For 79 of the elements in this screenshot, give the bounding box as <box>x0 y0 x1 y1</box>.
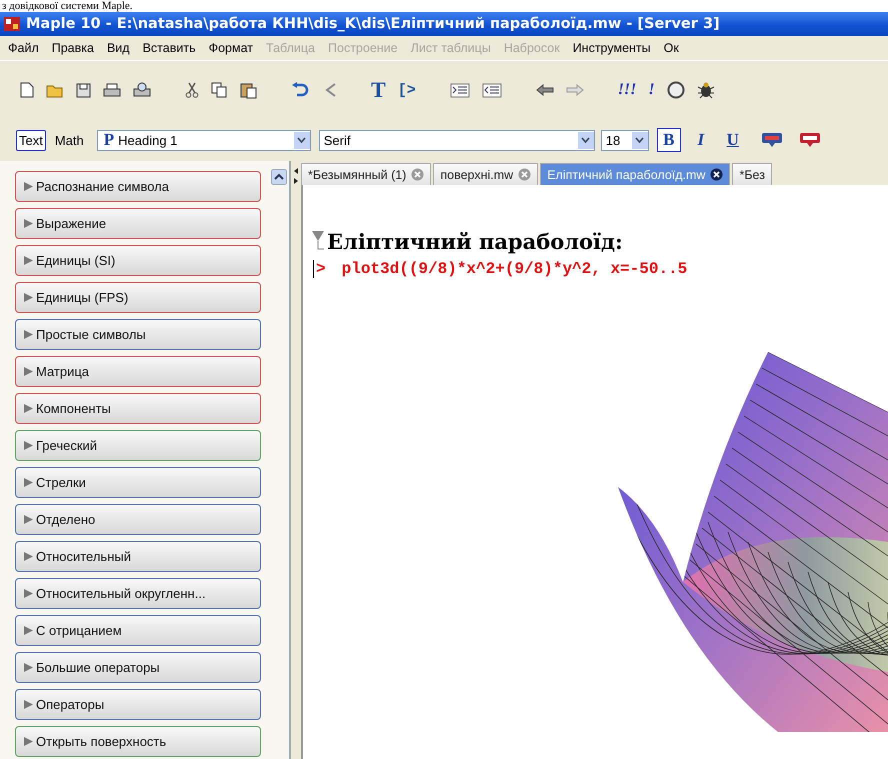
input-prompt: > <box>316 260 326 278</box>
font-size-dropdown[interactable]: 18 <box>600 130 649 150</box>
paste-icon[interactable] <box>240 82 257 98</box>
menu-item[interactable]: Правка <box>52 41 94 55</box>
palette-button[interactable]: Относительный <box>15 541 261 572</box>
palette-button[interactable]: Единицы (FPS) <box>15 282 261 313</box>
print-icon[interactable] <box>103 82 121 98</box>
copy-icon[interactable] <box>211 82 228 98</box>
palette-button[interactable]: Единицы (SI) <box>15 245 261 276</box>
window-title: Maple 10 - E:\natasha\работа КНН\dis_K\dis\Еліптичний параболоїд.mw - [Server 3] <box>26 16 720 32</box>
close-icon[interactable] <box>710 168 724 181</box>
palette-button[interactable]: Отделено <box>15 504 261 535</box>
folder-icon[interactable] <box>46 82 64 98</box>
section-collapse-icon[interactable] <box>311 229 325 251</box>
text-style-button[interactable]: U <box>720 128 745 152</box>
triangle-icon <box>24 330 33 339</box>
palette-button[interactable]: Большие операторы <box>15 652 261 683</box>
menu-item[interactable]: Вид <box>106 41 130 55</box>
caption-text: з довідкової системи Maple. <box>0 0 888 12</box>
text-style-button[interactable]: B <box>656 128 681 152</box>
triangle-icon <box>24 182 33 191</box>
palette-button[interactable]: Стрелки <box>15 467 261 498</box>
triangle-icon <box>24 404 33 413</box>
triangle-icon <box>24 293 33 302</box>
mode-toggle[interactable]: Math <box>52 130 87 150</box>
section-heading: Еліптичний параболоїд: <box>327 229 623 254</box>
execution-group-button[interactable]: [> <box>398 82 416 98</box>
back-arrow-icon[interactable] <box>536 84 554 96</box>
bug-icon[interactable] <box>696 81 715 99</box>
execute-button[interactable]: ! <box>648 82 655 98</box>
menu-item[interactable]: Ок <box>664 41 679 55</box>
outdent-icon[interactable] <box>482 82 502 98</box>
style-dropdown[interactable]: P Heading 1 <box>96 130 311 150</box>
triangle-icon <box>24 626 33 635</box>
text-style-button[interactable]: I <box>688 128 713 152</box>
command-input[interactable]: plot3d((9/8)*x^2+(9/8)*y^2, x=-50..5 <box>342 260 688 278</box>
triangle-icon <box>24 515 33 524</box>
indent-icon[interactable] <box>450 82 470 98</box>
text-color-icon[interactable] <box>760 132 783 148</box>
menu-item[interactable]: Вставить <box>142 41 196 55</box>
triangle-icon <box>24 256 33 265</box>
undo-icon[interactable] <box>291 82 309 98</box>
triangle-icon <box>24 441 33 450</box>
triangle-icon <box>24 478 33 487</box>
palette-button[interactable]: Относительный округленн... <box>15 578 261 609</box>
save-icon[interactable] <box>76 82 91 98</box>
document-tab[interactable]: *Без <box>732 163 772 185</box>
font-dropdown[interactable]: Serif <box>318 130 595 150</box>
cut-icon[interactable] <box>185 82 199 98</box>
document-tab[interactable]: поверхні.mw <box>433 163 538 185</box>
menu-item[interactable]: Файл <box>8 41 39 55</box>
triangle-icon <box>24 700 33 709</box>
palette-button[interactable]: Открыть поверхность <box>15 726 261 757</box>
palette-button[interactable]: Матрица <box>15 356 261 387</box>
triangle-icon <box>24 663 33 672</box>
document-tab[interactable]: *Безымянный (1) <box>301 163 432 185</box>
palette-button[interactable]: Простые символы <box>15 319 261 350</box>
triangle-icon <box>24 367 33 376</box>
mode-toggle[interactable]: Text <box>16 130 46 150</box>
app-icon <box>4 17 20 31</box>
triangle-icon <box>24 219 33 228</box>
text-mode-button[interactable]: T <box>371 79 386 101</box>
menu-item[interactable]: Инструменты <box>572 41 651 55</box>
scroll-up-icon[interactable] <box>271 169 287 185</box>
triangle-icon <box>24 737 33 746</box>
palette-button[interactable]: Выражение <box>15 208 261 239</box>
triangle-icon <box>24 552 33 561</box>
highlight-color-icon[interactable] <box>798 132 821 148</box>
palette-button[interactable]: С отрицанием <box>15 615 261 646</box>
execute-all-button[interactable]: !!! <box>618 82 636 98</box>
menu-item[interactable]: Формат <box>208 41 253 55</box>
new-document-icon[interactable] <box>20 82 34 98</box>
palette-button[interactable]: Компоненты <box>15 393 261 424</box>
palette-button[interactable]: Распознание символа <box>15 171 261 202</box>
collapse-arrows-icon[interactable] <box>293 167 299 185</box>
triangle-icon <box>24 589 33 598</box>
print-preview-icon[interactable] <box>133 82 151 98</box>
palette-button[interactable]: Греческий <box>15 430 261 461</box>
palette-button[interactable]: Операторы <box>15 689 261 720</box>
